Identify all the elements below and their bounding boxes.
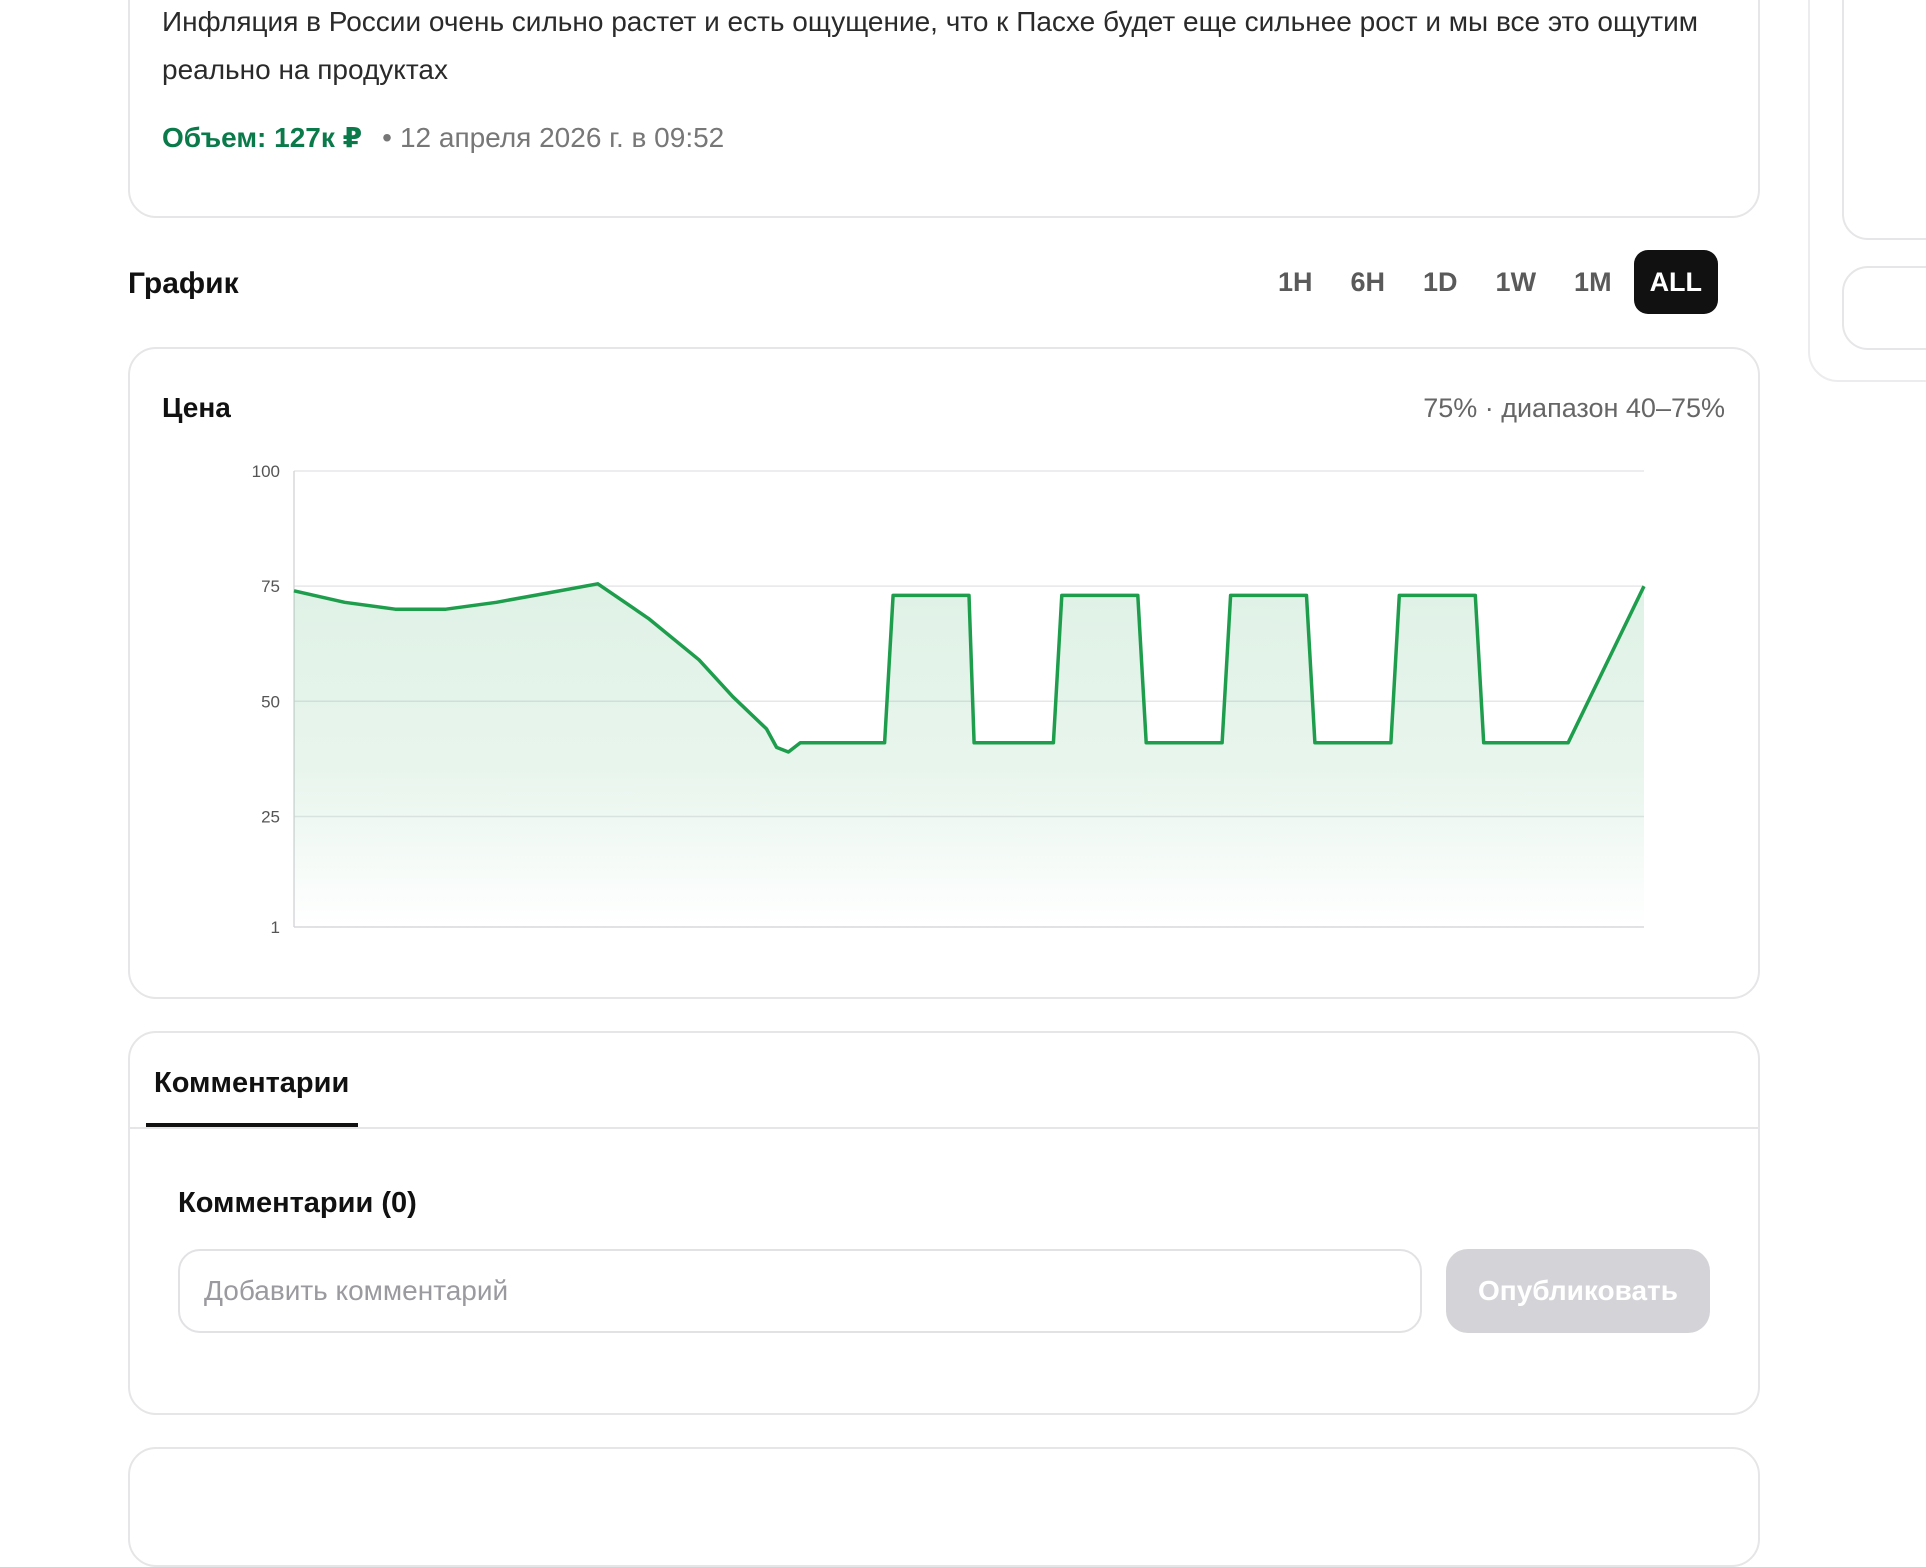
price-point[interactable]	[1056, 589, 1068, 601]
tab-comments[interactable]: Комментарии	[154, 1063, 349, 1103]
chart-summary: 75% · диапазон 40–75%	[1423, 393, 1725, 423]
market-date: 12 апреля 2026 г. в 09:52	[399, 122, 725, 153]
y-tick-label-75: 75	[261, 577, 280, 596]
time-range-tabs: 1H 6H 1D 1W 1M ALL	[1256, 250, 1719, 314]
comments-card	[128, 1031, 1760, 1415]
price-point[interactable]	[288, 585, 300, 597]
meta-separator: •	[382, 122, 392, 153]
price-point[interactable]	[963, 589, 975, 601]
publish-button[interactable]: Опубликовать	[1446, 1249, 1710, 1333]
y-tick-label-1: 1	[271, 918, 280, 937]
price-point[interactable]	[541, 587, 553, 599]
y-tick-label-25: 25	[261, 807, 280, 826]
price-point[interactable]	[1140, 737, 1152, 749]
price-point[interactable]	[794, 737, 806, 749]
price-point[interactable]	[1309, 737, 1321, 749]
tab-divider	[130, 1127, 1760, 1129]
market-description: Инфляция в России очень сильно растет и …	[162, 6, 1699, 85]
price-point[interactable]	[693, 654, 705, 666]
range-tab-all[interactable]: ALL	[1633, 250, 1719, 314]
price-point[interactable]	[1562, 737, 1574, 749]
price-point[interactable]	[887, 589, 899, 601]
next-section-card	[128, 1447, 1760, 1567]
price-point[interactable]	[1478, 737, 1490, 749]
price-point[interactable]	[1393, 589, 1405, 601]
comment-input[interactable]	[178, 1249, 1422, 1333]
price-point[interactable]	[761, 723, 773, 735]
price-point[interactable]	[727, 691, 739, 703]
price-point[interactable]	[1385, 737, 1397, 749]
price-point[interactable]	[1638, 580, 1650, 592]
range-tab-1m[interactable]: 1M	[1558, 250, 1628, 314]
price-point[interactable]	[389, 603, 401, 615]
price-point[interactable]	[1047, 737, 1059, 749]
side-panel-outer	[1808, 0, 1926, 382]
price-point[interactable]	[1301, 589, 1313, 601]
price-point[interactable]	[440, 603, 452, 615]
price-point[interactable]	[339, 596, 351, 608]
comments-heading: Комментарии (0)	[178, 1187, 417, 1219]
chart-title: Цена	[162, 392, 231, 423]
market-meta: Объем: 127к ₽ • 12 апреля 2026 г. в 09:52	[162, 118, 724, 158]
price-point[interactable]	[592, 578, 604, 590]
range-tab-6h[interactable]: 6H	[1335, 250, 1402, 314]
price-point[interactable]	[1132, 589, 1144, 601]
price-point[interactable]	[1216, 737, 1228, 749]
price-point[interactable]	[782, 746, 794, 758]
price-point[interactable]	[642, 612, 654, 624]
price-chart[interactable]: 1 25 50 75 100	[220, 455, 1660, 955]
price-point[interactable]	[1225, 589, 1237, 601]
range-tab-1h[interactable]: 1H	[1262, 250, 1329, 314]
price-point[interactable]	[968, 737, 980, 749]
y-tick-label-100: 100	[252, 462, 280, 481]
price-point[interactable]	[1469, 589, 1481, 601]
volume-label: Объем: 127к ₽	[162, 122, 363, 153]
range-tab-1w[interactable]: 1W	[1480, 250, 1553, 314]
price-point[interactable]	[879, 737, 891, 749]
price-point[interactable]	[491, 596, 503, 608]
y-tick-label-50: 50	[261, 692, 280, 711]
chart-section-title: График	[128, 267, 239, 300]
range-tab-1d[interactable]: 1D	[1407, 250, 1474, 314]
price-point[interactable]	[771, 741, 783, 753]
